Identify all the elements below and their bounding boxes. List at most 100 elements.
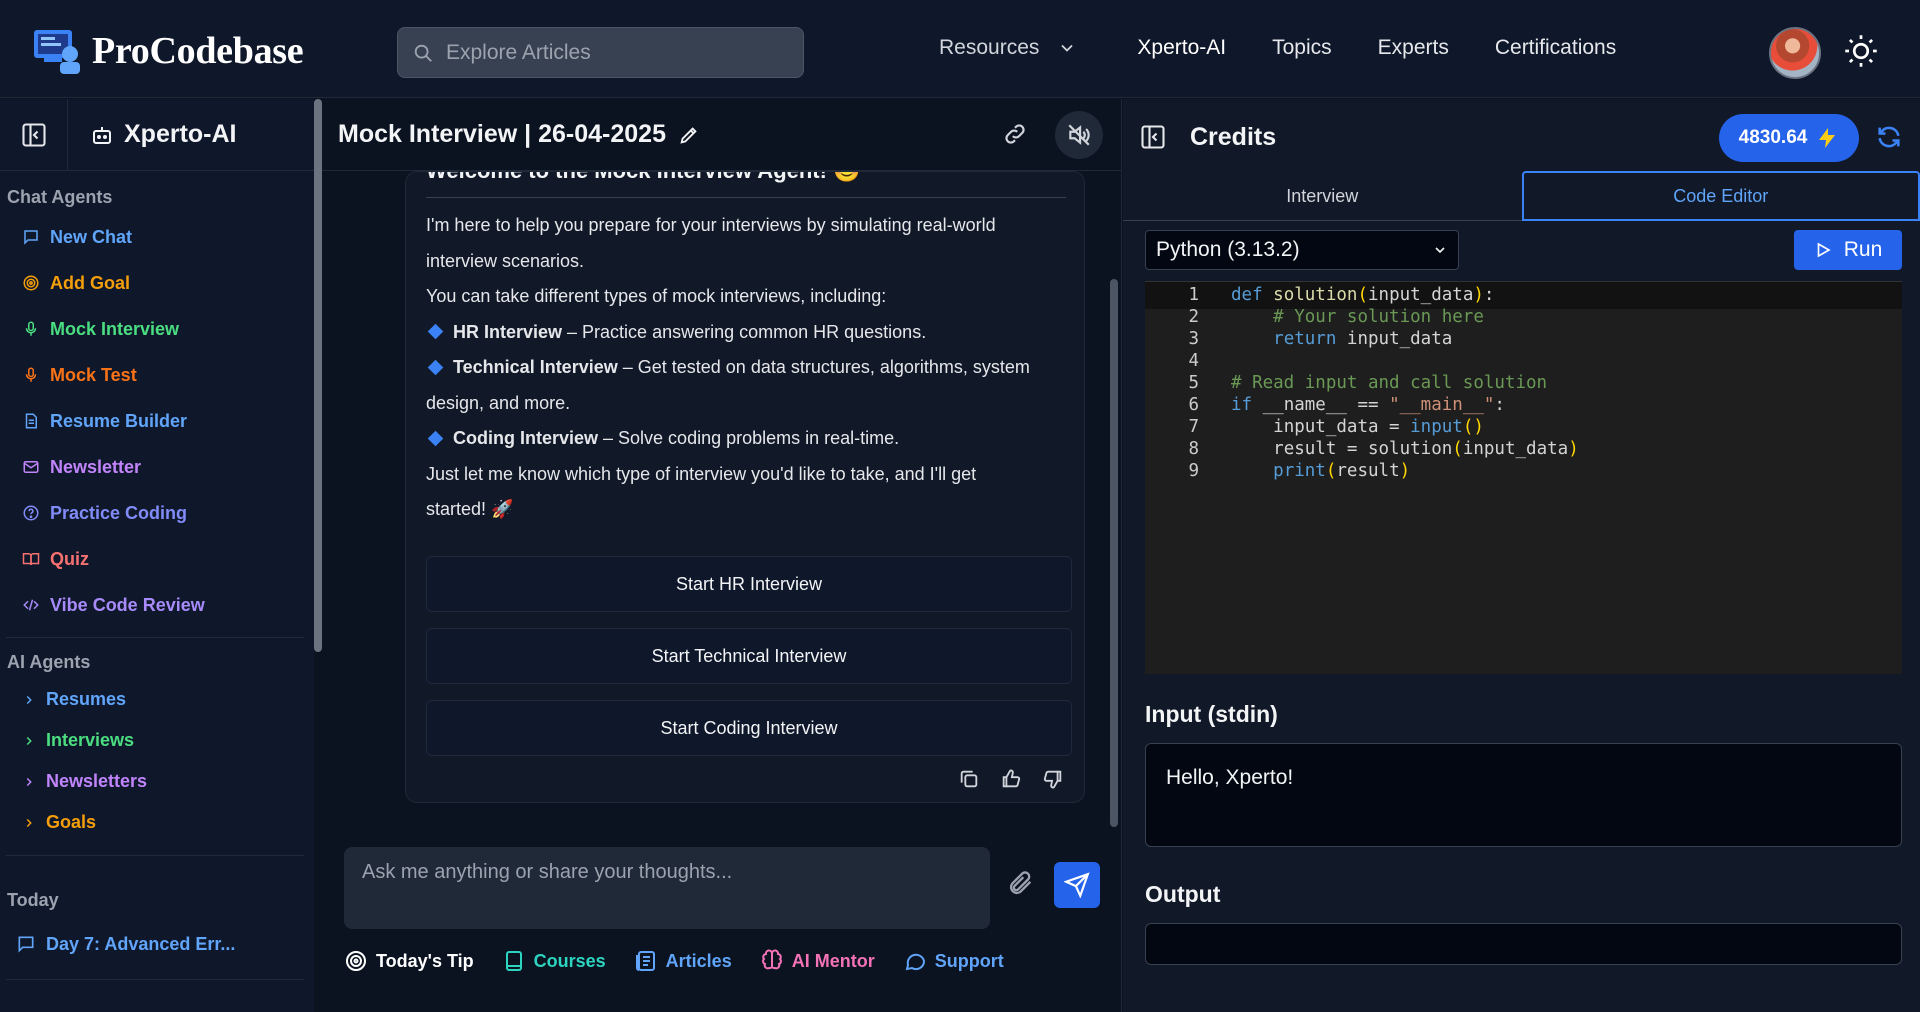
ai-agents-heading: AI Agents bbox=[7, 652, 91, 672]
panel-collapse-button[interactable] bbox=[1139, 123, 1167, 151]
sidebar-item-add-goal[interactable]: Add Goal bbox=[0, 260, 314, 306]
chevron-right-icon bbox=[26, 695, 32, 704]
nav-link-certifications[interactable]: Certifications bbox=[1495, 36, 1616, 60]
run-button[interactable]: Run bbox=[1794, 230, 1902, 270]
panel-left-icon bbox=[1141, 125, 1165, 149]
sidebar-scrollbar[interactable] bbox=[314, 99, 322, 652]
chevron-right-icon bbox=[26, 777, 32, 786]
list-item: Coding Interview – Solve coding problems… bbox=[426, 421, 1066, 457]
brand-logo[interactable]: ProCodebase bbox=[30, 26, 304, 76]
refresh-button[interactable] bbox=[1875, 123, 1903, 151]
today-heading: Today bbox=[7, 890, 59, 910]
list-item: HR Interview – Practice answering common… bbox=[426, 315, 1066, 351]
start-coding-interview-button[interactable]: Start Coding Interview bbox=[426, 700, 1072, 756]
quick-action-label: Today's Tip bbox=[376, 950, 474, 971]
user-avatar[interactable] bbox=[1769, 27, 1821, 79]
sidebar-item-mock-test[interactable]: Mock Test bbox=[0, 352, 314, 398]
pencil-icon[interactable] bbox=[678, 124, 700, 146]
code-line: 9 print(result) bbox=[1188, 461, 1411, 481]
nav-link-xperto-ai[interactable]: Xperto-AI bbox=[1137, 36, 1226, 60]
stdin-input[interactable]: Hello, Xperto! bbox=[1145, 743, 1902, 847]
sidebar-item-practice-coding[interactable]: Practice Coding bbox=[0, 490, 314, 536]
credits-badge[interactable]: 4830.64 bbox=[1719, 114, 1859, 162]
sidebar-item-label: Mock Test bbox=[50, 364, 137, 385]
send-button[interactable] bbox=[1054, 862, 1100, 908]
message-divider bbox=[426, 197, 1066, 198]
nav-link-topics[interactable]: Topics bbox=[1272, 36, 1332, 60]
sidebar-item-label: Quiz bbox=[50, 548, 89, 569]
quick-action-ai-mentor[interactable]: AI Mentor bbox=[760, 949, 875, 973]
sidebar-item-label: New Chat bbox=[50, 226, 133, 247]
sidebar-item-label: Goals bbox=[46, 812, 97, 832]
credits-panel: Credits 4830.64 Interview Code Editor Py… bbox=[1123, 99, 1920, 1012]
sidebar-item-new-chat[interactable]: New Chat bbox=[0, 214, 314, 260]
thumbs-up-icon[interactable] bbox=[1000, 768, 1022, 790]
sidebar-collapse-button[interactable] bbox=[0, 98, 68, 171]
chevron-down-icon bbox=[1061, 44, 1074, 52]
sidebar-item-newsletter[interactable]: Newsletter bbox=[0, 444, 314, 490]
panel-title: Credits bbox=[1190, 123, 1277, 151]
message-input[interactable] bbox=[362, 861, 962, 901]
sidebar-item-vibe-code-review[interactable]: Vibe Code Review bbox=[0, 582, 314, 628]
message-composer[interactable] bbox=[344, 847, 990, 929]
quick-action-label: Support bbox=[934, 950, 1004, 971]
run-button-label: Run bbox=[1843, 238, 1883, 261]
book-icon bbox=[505, 951, 522, 971]
list-item-desc: – Practice answering common HR questions… bbox=[562, 321, 927, 342]
logo-icon bbox=[30, 26, 84, 76]
code-editor[interactable]: 1 def solution(input_data): 2 # Your solu… bbox=[1145, 281, 1902, 674]
attach-button[interactable] bbox=[1007, 869, 1037, 899]
credits-value: 4830.64 bbox=[1738, 127, 1808, 148]
quick-action-label: AI Mentor bbox=[791, 950, 875, 971]
mail-icon bbox=[23, 461, 39, 473]
sidebar-item-newsletters[interactable]: Newsletters bbox=[0, 761, 314, 802]
quick-action-support[interactable]: Support bbox=[903, 949, 1004, 973]
quick-action-courses[interactable]: Courses bbox=[502, 949, 606, 973]
start-technical-interview-button[interactable]: Start Technical Interview bbox=[426, 628, 1072, 684]
quick-action-articles[interactable]: Articles bbox=[634, 949, 732, 973]
sidebar-item-mock-interview[interactable]: Mock Interview bbox=[0, 306, 314, 352]
chat-scrollbar[interactable] bbox=[1110, 279, 1118, 827]
target-icon bbox=[346, 951, 366, 971]
chevron-down-icon bbox=[1435, 247, 1445, 254]
book-icon bbox=[22, 553, 40, 566]
history-item[interactable]: Day 7: Advanced Err... bbox=[0, 921, 314, 967]
chat-panel: Mock Interview | 26-04-2025 Welcome to t… bbox=[322, 99, 1122, 1012]
mute-button[interactable] bbox=[1055, 111, 1103, 159]
list-item-title: Technical Interview bbox=[453, 357, 618, 377]
volume-mute-icon bbox=[1068, 124, 1090, 146]
newspaper-icon bbox=[635, 951, 655, 971]
share-link-button[interactable] bbox=[1002, 121, 1030, 149]
copy-icon[interactable] bbox=[958, 768, 980, 790]
assistant-message: Welcome to the Mock Interview Agent! 😊 I… bbox=[405, 171, 1085, 803]
sidebar-item-label: Resumes bbox=[46, 689, 127, 709]
diamond-bullet-icon bbox=[427, 359, 444, 376]
nav-link-experts[interactable]: Experts bbox=[1378, 36, 1449, 60]
thumbs-down-icon[interactable] bbox=[1042, 768, 1064, 790]
bot-icon bbox=[93, 126, 111, 144]
sidebar-item-quiz[interactable]: Quiz bbox=[0, 536, 314, 582]
theme-toggle-button[interactable] bbox=[1843, 33, 1879, 69]
lightning-icon bbox=[1819, 128, 1836, 148]
start-hr-interview-button[interactable]: Start HR Interview bbox=[426, 556, 1072, 612]
sidebar-item-interviews[interactable]: Interviews bbox=[0, 720, 314, 761]
language-select-value: Python (3.13.2) bbox=[1156, 238, 1300, 261]
top-navbar: ProCodebase Resources Xperto-AI Topics E… bbox=[0, 0, 1920, 98]
sidebar-item-resumes[interactable]: Resumes bbox=[0, 679, 314, 720]
tab-code-editor[interactable]: Code Editor bbox=[1521, 171, 1920, 221]
brand-name: ProCodebase bbox=[92, 30, 304, 72]
nav-resources-dropdown[interactable]: Resources bbox=[939, 36, 1077, 60]
nav-resources-label: Resources bbox=[939, 36, 1040, 59]
sidebar-item-resume-builder[interactable]: Resume Builder bbox=[0, 398, 314, 444]
intro-line: I'm here to help you prepare for your in… bbox=[426, 215, 996, 235]
search-bar[interactable] bbox=[397, 27, 804, 78]
search-input[interactable] bbox=[446, 40, 776, 65]
quick-action-todays-tip[interactable]: Today's Tip bbox=[344, 949, 474, 973]
sidebar-title-label: Xperto-AI bbox=[124, 120, 237, 148]
tab-interview[interactable]: Interview bbox=[1123, 171, 1522, 221]
left-sidebar: Xperto-AI Chat Agents New Chat Add Goal … bbox=[0, 98, 314, 1012]
language-select[interactable]: Python (3.13.2) bbox=[1145, 230, 1459, 270]
link-icon bbox=[1005, 124, 1025, 144]
sidebar-item-goals[interactable]: Goals bbox=[0, 802, 314, 843]
chat-icon bbox=[24, 230, 38, 245]
